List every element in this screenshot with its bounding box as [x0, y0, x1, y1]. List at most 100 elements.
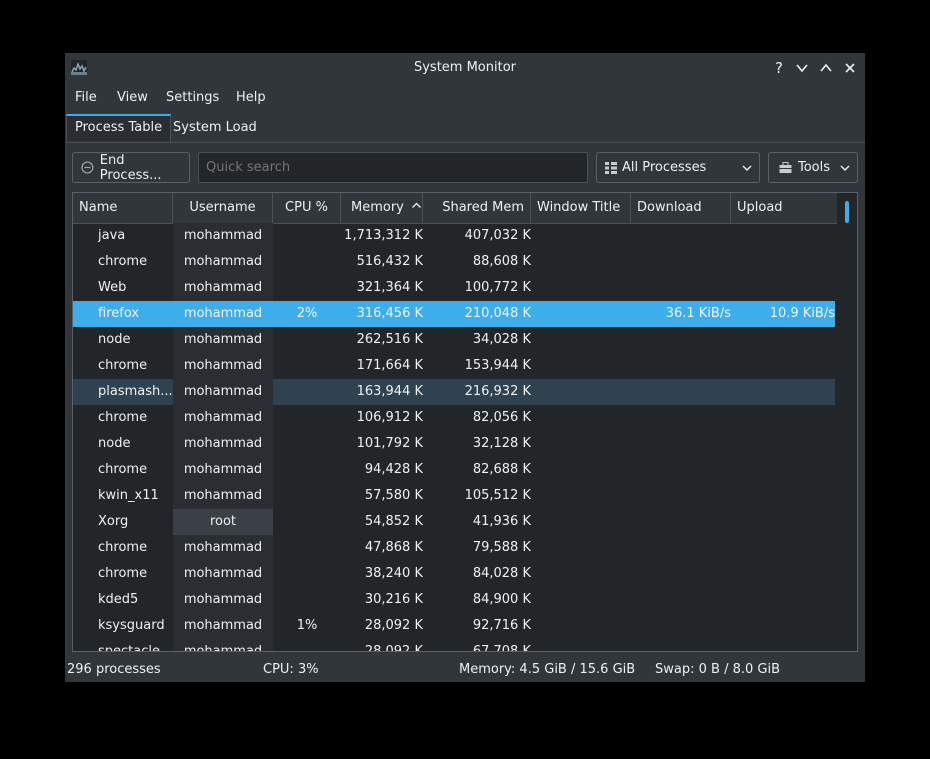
cell-name: kded5: [98, 592, 139, 607]
cell-ul: [731, 457, 835, 483]
cell-shm: 82,056 K: [472, 410, 531, 425]
cell-shm: 84,028 K: [472, 566, 531, 581]
cell-dl: [631, 249, 731, 275]
cell-mem: 1,713,312 K: [344, 228, 423, 243]
cell-shm: 153,944 K: [464, 358, 531, 373]
cell-mem: 321,364 K: [356, 280, 423, 295]
table-row[interactable]: firefox mohammad 2% 316,456 K 210,048 K 36.1 …: [73, 301, 835, 327]
menu-settings[interactable]: Settings: [166, 90, 219, 105]
menu-file[interactable]: File: [75, 90, 97, 105]
cell-name: chrome: [98, 254, 148, 269]
header-memory[interactable]: Memory: [341, 193, 423, 223]
cell-mem: 163,944 K: [356, 384, 423, 399]
cell-shm: 88,608 K: [472, 254, 531, 269]
cell-cpu: 1%: [296, 618, 318, 633]
table-row[interactable]: chrome mohammad 106,912 K 82,056 K: [73, 405, 835, 431]
process-filter-select[interactable]: All Processes: [596, 152, 760, 183]
table-row[interactable]: ksysguard mohammad 1% 28,092 K 92,716 K: [73, 613, 835, 639]
table-row[interactable]: chrome mohammad 47,868 K 79,588 K: [73, 535, 835, 561]
toolbox-icon: [779, 161, 792, 173]
cell-name: chrome: [98, 410, 148, 425]
table-row[interactable]: chrome mohammad 94,428 K 82,688 K: [73, 457, 835, 483]
header-download[interactable]: Download: [631, 193, 731, 223]
table-row[interactable]: spectacle mohammad 28,092 K 67,708 K: [73, 639, 835, 652]
cell-cpu: 2%: [296, 306, 318, 321]
table-row[interactable]: java mohammad 1,713,312 K 407,032 K: [73, 223, 835, 249]
cell-mem: 30,216 K: [364, 592, 423, 607]
cell-mem: 47,868 K: [364, 540, 423, 555]
cell-user: mohammad: [173, 353, 273, 379]
table-row[interactable]: plasmash... mohammad 163,944 K 216,932 K: [73, 379, 835, 405]
header-username[interactable]: Username: [173, 193, 273, 223]
cell-cpu: [273, 483, 341, 509]
end-process-button[interactable]: End Process...: [72, 152, 190, 183]
close-icon[interactable]: [840, 58, 860, 78]
cell-cpu: [273, 249, 341, 275]
process-table[interactable]: Name Username CPU % Memory Shared Mem Wi…: [72, 192, 858, 652]
cell-ul: [731, 249, 835, 275]
table-row[interactable]: Xorg root 54,852 K 41,936 K: [73, 509, 835, 535]
cell-dl: [631, 353, 731, 379]
vertical-scrollbar[interactable]: [837, 193, 857, 651]
scrollbar-thumb[interactable]: [845, 201, 849, 223]
status-memory: Memory: 4.5 GiB / 15.6 GiB: [459, 662, 636, 677]
header-name[interactable]: Name: [73, 193, 173, 223]
list-icon: [605, 161, 617, 174]
header-shared-mem[interactable]: Shared Mem: [423, 193, 531, 223]
cell-dl: [631, 639, 731, 651]
status-process-count: 296 processes: [67, 662, 161, 677]
cell-ul: [731, 379, 835, 405]
cell-name: java: [98, 228, 126, 243]
cell-mem: 94,428 K: [364, 462, 423, 477]
cell-mem: 171,664 K: [356, 358, 423, 373]
menu-help[interactable]: Help: [236, 90, 266, 105]
table-row[interactable]: chrome mohammad 171,664 K 153,944 K: [73, 353, 835, 379]
cell-dl: [631, 431, 731, 457]
tab-process-table[interactable]: Process Table: [66, 114, 172, 141]
system-monitor-window: System Monitor ? File View Settings Help…: [65, 53, 865, 682]
table-row[interactable]: node mohammad 262,516 K 34,028 K: [73, 327, 835, 353]
table-row[interactable]: chrome mohammad 38,240 K 84,028 K: [73, 561, 835, 587]
cell-ul: [731, 405, 835, 431]
tab-system-load[interactable]: System Load: [165, 114, 265, 141]
table-row[interactable]: kwin_x11 mohammad 57,580 K 105,512 K: [73, 483, 835, 509]
table-row[interactable]: kded5 mohammad 30,216 K 84,900 K: [73, 587, 835, 613]
table-row[interactable]: chrome mohammad 516,432 K 88,608 K: [73, 249, 835, 275]
cell-cpu: [273, 431, 341, 457]
header-window-title[interactable]: Window Title: [531, 193, 631, 223]
cell-shm: 79,588 K: [472, 540, 531, 555]
cell-mem: 57,580 K: [364, 488, 423, 503]
cell-ul: [731, 639, 835, 651]
tools-button[interactable]: Tools: [768, 152, 858, 183]
menu-view[interactable]: View: [117, 90, 148, 105]
cell-shm: 84,900 K: [472, 592, 531, 607]
cell-ul: [731, 535, 835, 561]
maximize-icon[interactable]: [816, 58, 836, 78]
cell-name: Web: [98, 280, 127, 295]
title-bar[interactable]: System Monitor ?: [65, 53, 865, 82]
header-upload[interactable]: Upload: [731, 193, 837, 223]
cell-mem: 28,092 K: [364, 644, 423, 652]
cell-dl: [631, 613, 731, 639]
end-process-icon: [81, 161, 94, 174]
cell-user: mohammad: [173, 301, 273, 327]
tools-label: Tools: [798, 160, 831, 175]
cell-mem: 28,092 K: [364, 618, 423, 633]
cell-cpu: [273, 587, 341, 613]
table-row[interactable]: node mohammad 101,792 K 32,128 K: [73, 431, 835, 457]
minimize-icon[interactable]: [792, 58, 812, 78]
cell-name: plasmash...: [98, 384, 173, 399]
cell-user: mohammad: [173, 249, 273, 275]
header-memory-label: Memory: [351, 200, 404, 215]
header-cpu[interactable]: CPU %: [273, 193, 341, 223]
cell-shm: 67,708 K: [472, 644, 531, 652]
table-row[interactable]: Web mohammad 321,364 K 100,772 K: [73, 275, 835, 301]
end-process-label: End Process...: [99, 152, 162, 183]
tab-bar: Process Table System Load: [65, 112, 865, 143]
cell-cpu: [273, 561, 341, 587]
cell-dl: [631, 223, 731, 249]
cell-mem: 316,456 K: [356, 306, 423, 321]
cell-user: mohammad: [173, 587, 273, 613]
quick-search-input[interactable]: [198, 152, 588, 183]
help-icon[interactable]: ?: [769, 58, 789, 78]
